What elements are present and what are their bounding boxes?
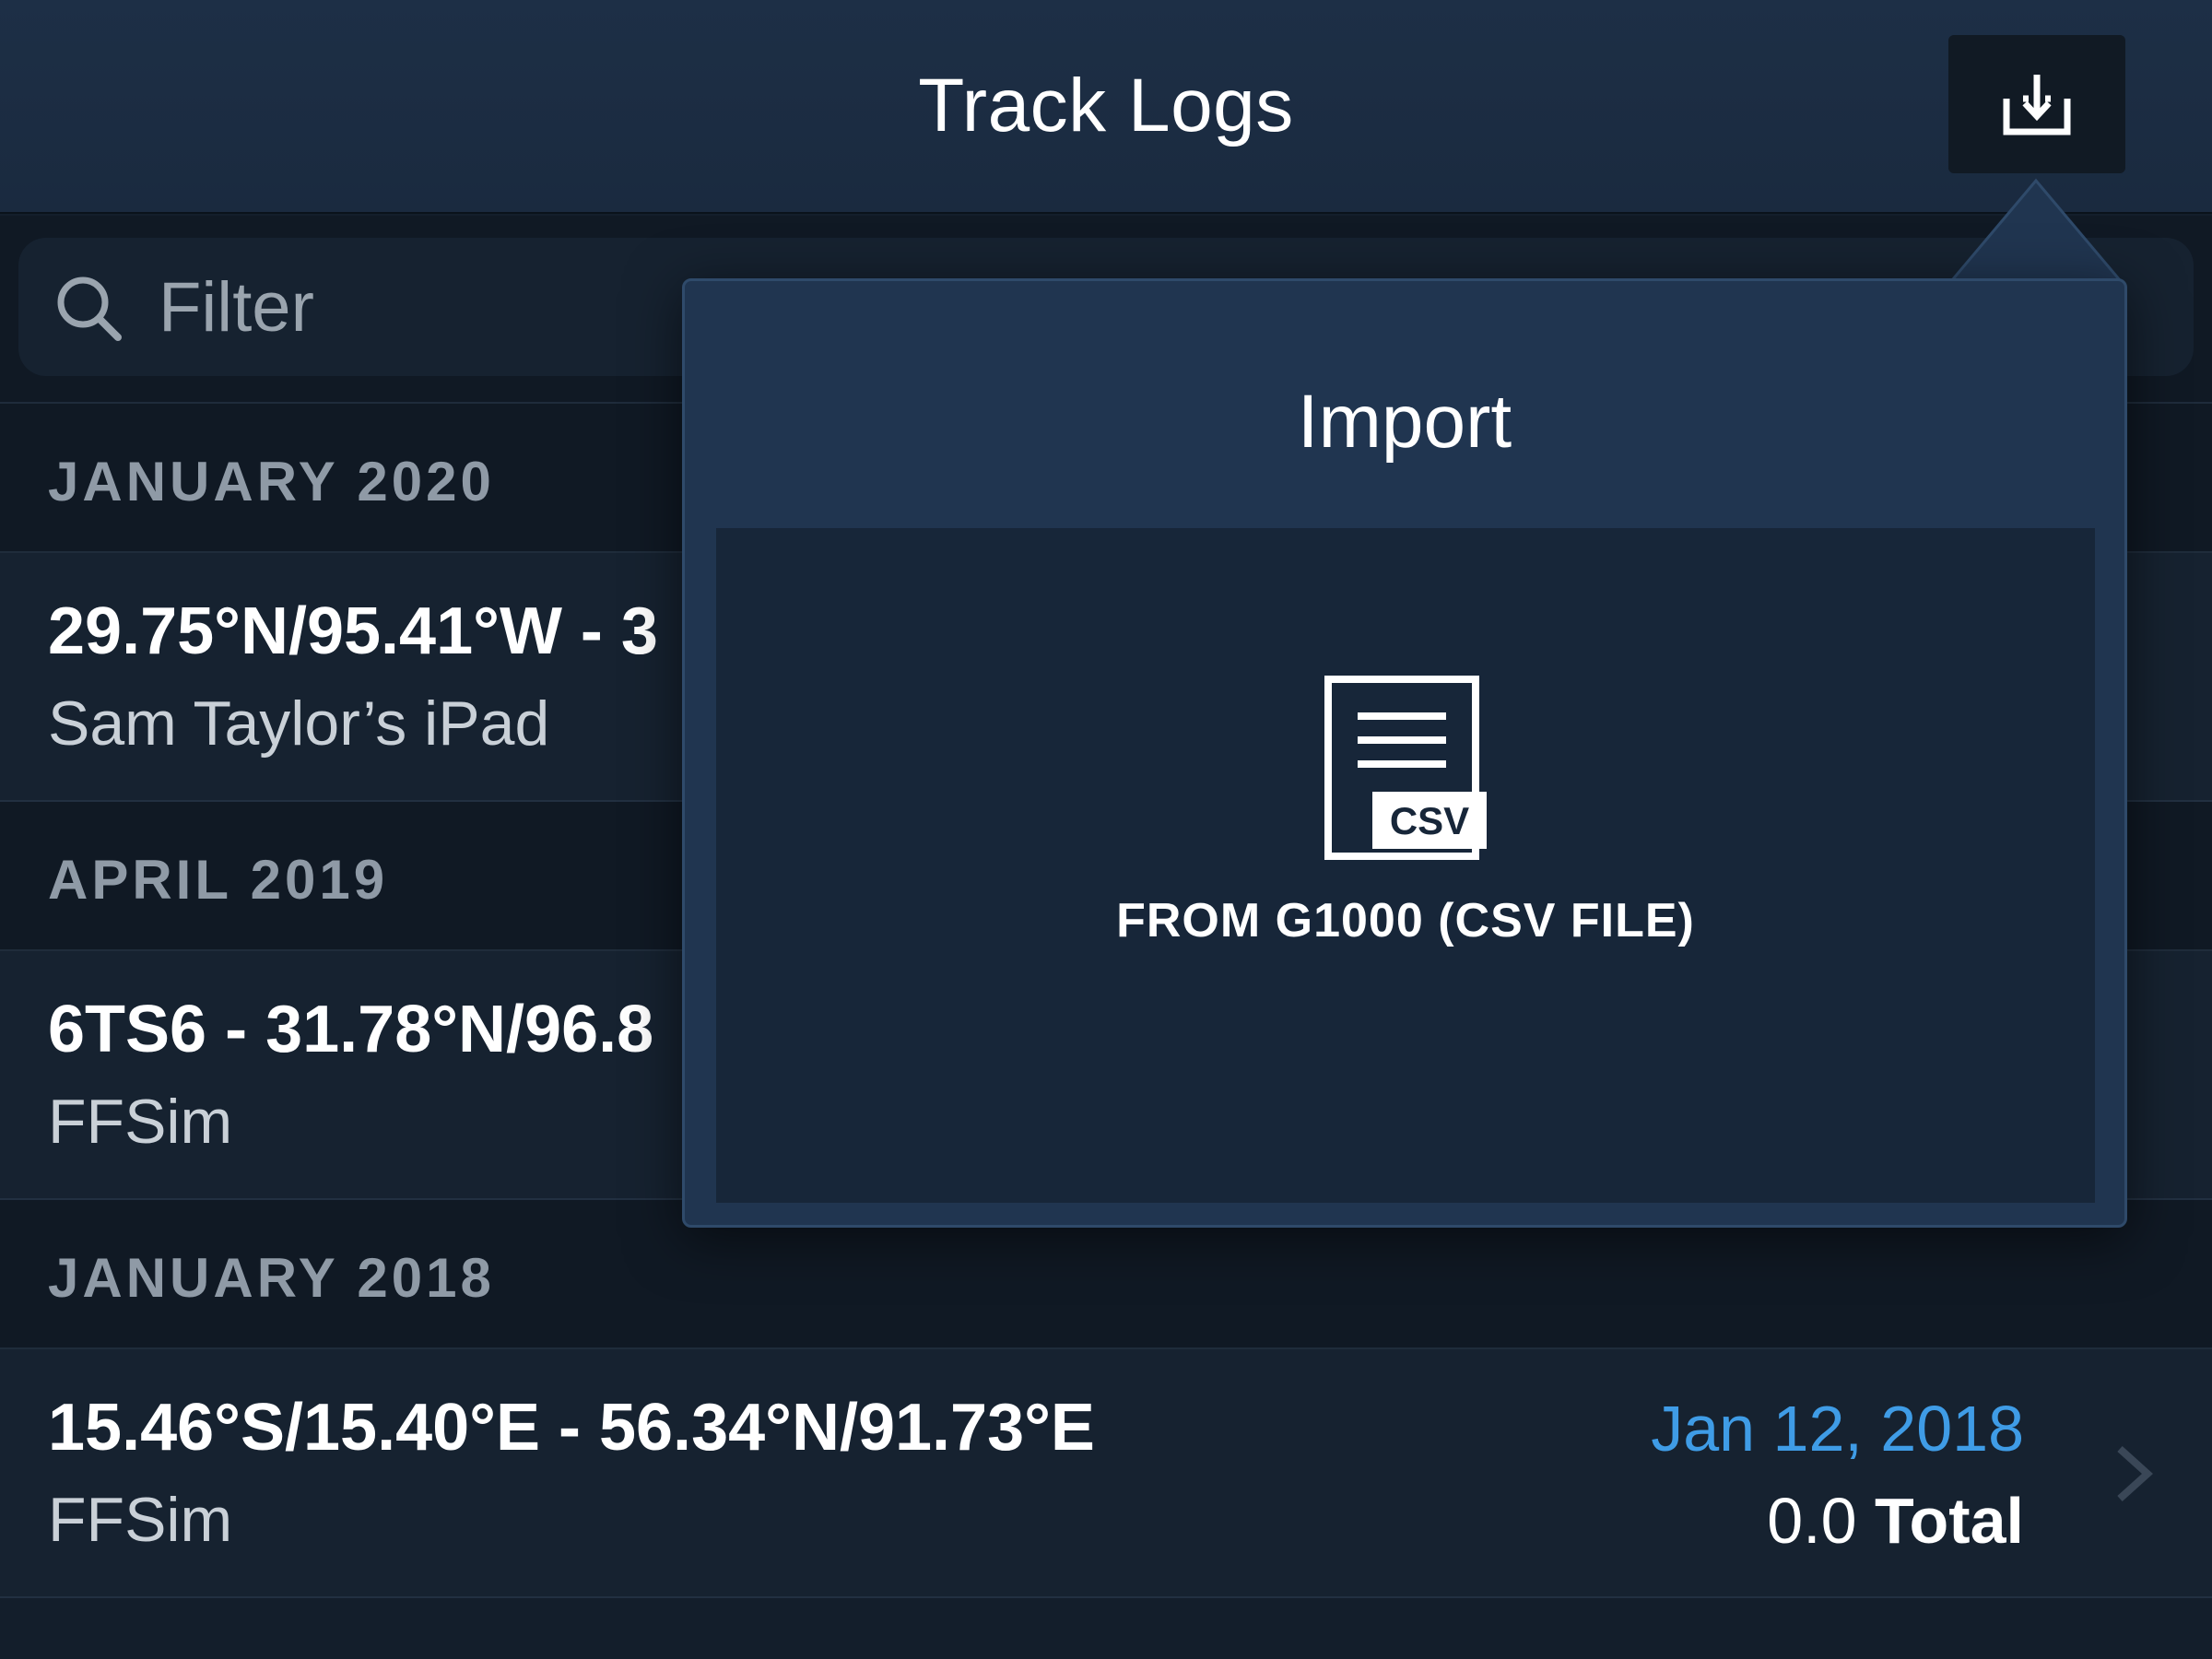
- track-log-title: 6TS6 - 31.78°N/96.8: [48, 993, 654, 1066]
- popover-arrow: [1950, 178, 2122, 280]
- track-log-device: FFSim: [48, 1087, 233, 1157]
- import-tray-arrow-icon: [2003, 75, 2071, 135]
- search-icon: [57, 276, 122, 341]
- import-button[interactable]: [1948, 35, 2125, 173]
- csv-file-icon: CSV: [1324, 676, 1487, 860]
- track-log-title: 29.75°N/95.41°W - 3: [48, 594, 658, 668]
- csv-icon-text: CSV: [1390, 799, 1469, 842]
- section-label: JANUARY 2018: [48, 1247, 495, 1309]
- track-log-title: 15.46°S/15.40°E - 56.34°N/91.73°E: [48, 1391, 1095, 1465]
- track-logs-screen: Track Logs JANUARY 2020 29.75°N/95.41°W …: [0, 0, 2212, 1659]
- track-log-row[interactable]: 15.46°S/15.40°E - 56.34°N/91.73°E FFSim …: [0, 1349, 2212, 1598]
- import-popover: Import CSV FROM G1000 (CSV FILE): [682, 278, 2127, 1228]
- total-value: 0.0: [1767, 1485, 1857, 1557]
- import-csv-label: FROM G1000 (CSV FILE): [1116, 894, 1695, 947]
- track-log-date: Jan 12, 2018: [1651, 1393, 2024, 1465]
- chevron-right-icon: [2117, 1446, 2153, 1501]
- import-csv-option[interactable]: CSV FROM G1000 (CSV FILE): [1083, 676, 1728, 980]
- nav-header: Track Logs: [0, 0, 2212, 214]
- track-log-device: Sam Taylor’s iPad: [48, 688, 550, 759]
- popover-title: Import: [1297, 380, 1512, 464]
- track-log-total: 0.0 Total: [1767, 1484, 2024, 1558]
- section-label: JANUARY 2020: [48, 451, 495, 512]
- popover-body: CSV FROM G1000 (CSV FILE): [716, 528, 2095, 1203]
- total-word: Total: [1874, 1485, 2024, 1557]
- track-log-device: FFSim: [48, 1485, 233, 1555]
- section-label: APRIL 2019: [48, 849, 389, 911]
- page-title: Track Logs: [918, 64, 1294, 147]
